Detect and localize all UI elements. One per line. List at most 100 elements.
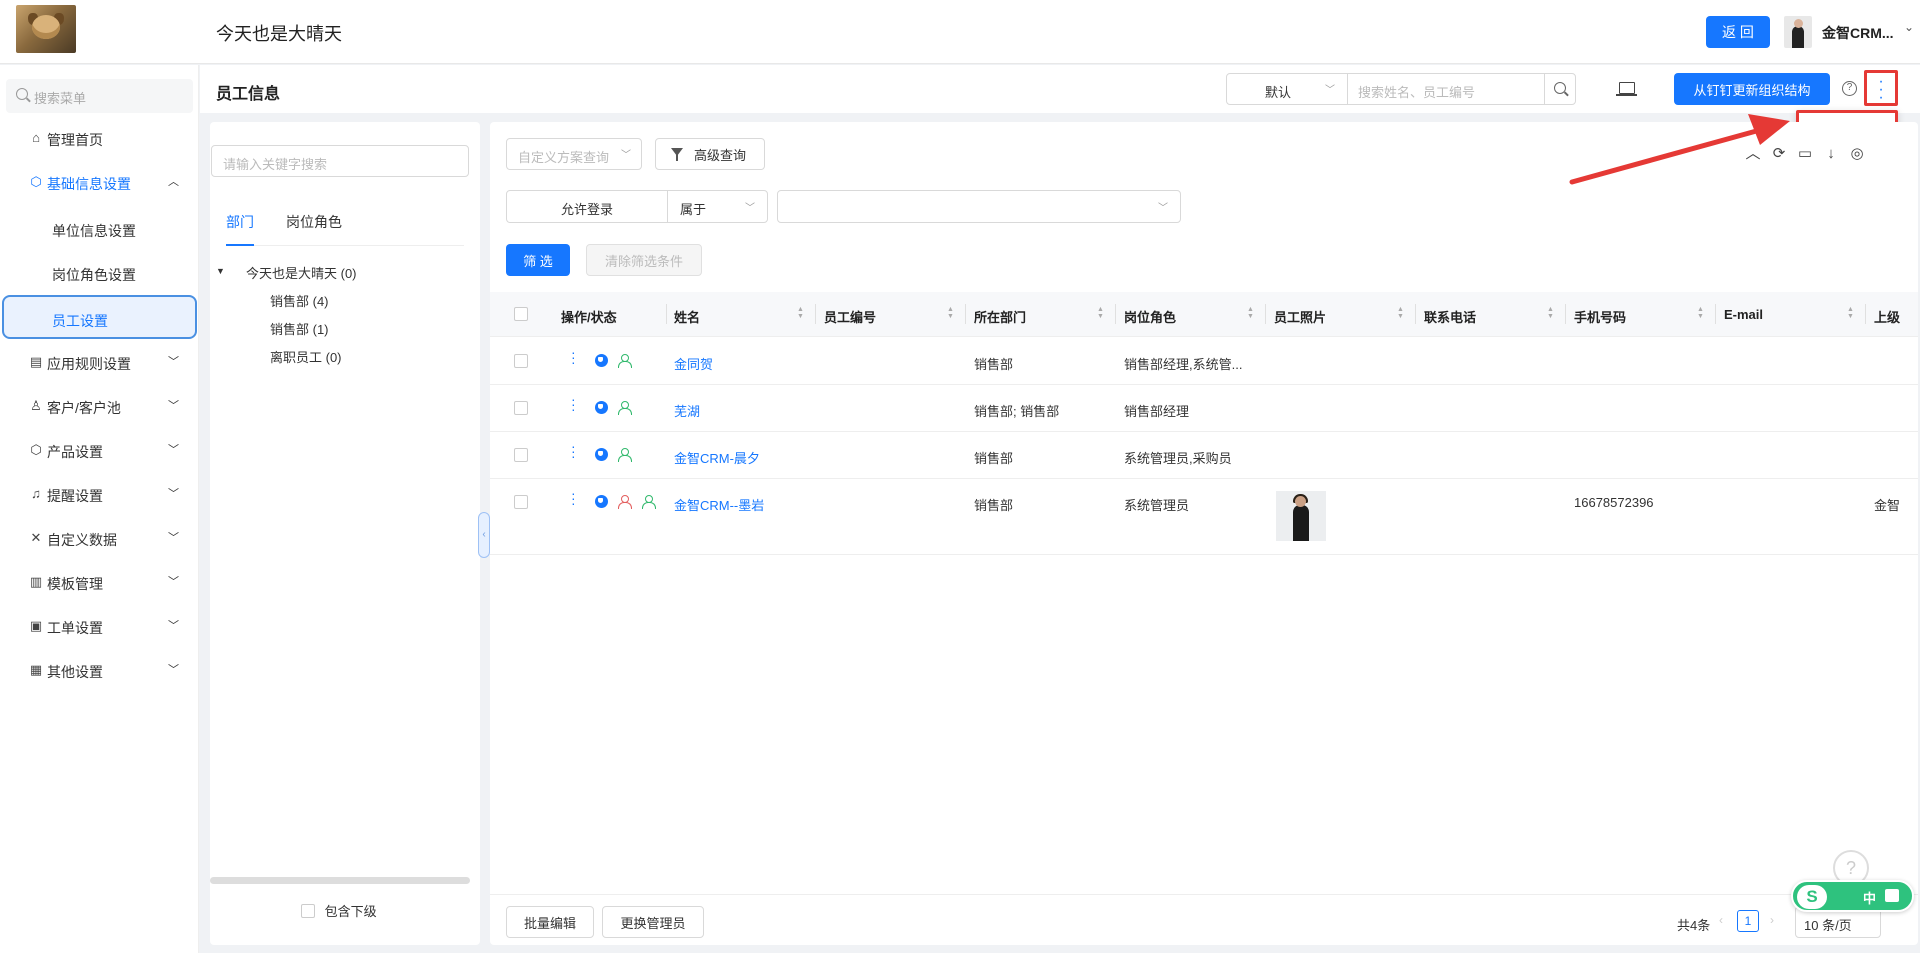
- tab-position-roles[interactable]: 岗位角色: [286, 212, 342, 246]
- caret-down-icon[interactable]: ▼: [216, 266, 225, 276]
- custom-plan-select[interactable]: 自定义方案查询 ﹀: [506, 138, 642, 170]
- avatar[interactable]: [1784, 16, 1812, 48]
- col-role[interactable]: 岗位角色: [1124, 307, 1176, 326]
- file-icon: ▤: [29, 354, 43, 369]
- custom-plan-placeholder: 自定义方案查询: [518, 150, 610, 165]
- checkbox[interactable]: [301, 904, 315, 918]
- sort-icon[interactable]: ▲ ▼: [797, 306, 804, 320]
- skin-icon[interactable]: [1885, 889, 1899, 902]
- menu-search-input[interactable]: 搜索菜单: [6, 79, 193, 113]
- refresh-icon[interactable]: ⟳: [1766, 144, 1792, 162]
- employee-name-link[interactable]: 芜湖: [674, 401, 700, 420]
- employee-name-link[interactable]: 金智CRM-晨夕: [674, 448, 760, 467]
- col-dept[interactable]: 所在部门: [974, 307, 1026, 326]
- condition-operator-select[interactable]: 属于 ﹀: [667, 190, 768, 223]
- sidebar-item-label: 单位信息设置: [52, 223, 136, 239]
- sidebar-item-custom-data[interactable]: ✕ 自定义数据 ﹀: [0, 518, 199, 558]
- sort-icon[interactable]: ▲ ▼: [1097, 306, 1104, 320]
- filter-button[interactable]: 筛 选: [506, 244, 570, 276]
- dog-logo-icon[interactable]: [16, 5, 76, 53]
- col-phone[interactable]: 联系电话: [1424, 307, 1476, 326]
- view-select[interactable]: 默认 ﹀: [1226, 73, 1348, 105]
- top-header: 今天也是大晴天 返 回 金智CRM... ⌄: [0, 0, 1920, 64]
- tree-node-sales-2[interactable]: 销售部 (1): [270, 319, 329, 338]
- next-page-icon[interactable]: ›: [1770, 913, 1774, 927]
- sidebar-item-app-rules[interactable]: ▤ 应用规则设置 ﹀: [0, 342, 199, 382]
- help-icon[interactable]: ?: [1842, 81, 1857, 96]
- sidebar-item-reminders[interactable]: ♫ 提醒设置 ﹀: [0, 474, 199, 514]
- employee-name-link[interactable]: 金同贺: [674, 354, 713, 373]
- tree-search-input[interactable]: 请输入关键字搜索: [211, 145, 469, 177]
- batch-edit-button[interactable]: 批量编辑: [506, 906, 594, 938]
- prev-page-icon[interactable]: ‹: [1719, 913, 1723, 927]
- page-number[interactable]: 1: [1737, 910, 1759, 932]
- tree-node-root[interactable]: 今天也是大晴天 (0): [246, 263, 357, 282]
- more-vertical-icon[interactable]: · · ·: [571, 486, 576, 510]
- more-vertical-icon[interactable]: · · ·: [571, 439, 576, 463]
- sidebar-item-other[interactable]: ▦ 其他设置 ﹀: [0, 650, 199, 690]
- include-sub-checkbox[interactable]: 包含下级: [301, 901, 377, 920]
- col-email[interactable]: E-mail: [1724, 307, 1763, 322]
- tree-node-sales-1[interactable]: 销售部 (4): [270, 291, 329, 310]
- table-row[interactable]: · · · 金智CRM-晨夕 销售部 系统管理员,采购员: [490, 432, 1918, 479]
- sort-icon[interactable]: ▲ ▼: [1397, 306, 1404, 320]
- sort-icon[interactable]: ▲ ▼: [1547, 306, 1554, 320]
- col-mobile[interactable]: 手机号码: [1574, 307, 1626, 326]
- sync-dingtalk-button[interactable]: 从钉钉更新组织结构: [1674, 73, 1830, 105]
- user-name[interactable]: 金智CRM...: [1822, 23, 1894, 43]
- sort-icon[interactable]: ▲ ▼: [947, 306, 954, 320]
- sidebar-item-basic-info[interactable]: ⬡ 基础信息设置 ︿: [0, 162, 199, 202]
- sidebar-item-position-roles[interactable]: 岗位角色设置: [0, 251, 199, 295]
- row-checkbox[interactable]: [514, 495, 528, 509]
- table-row[interactable]: · · · 芜湖 销售部; 销售部 销售部经理: [490, 385, 1918, 432]
- ime-mode[interactable]: 中: [1863, 888, 1876, 907]
- sidebar-item-home[interactable]: ⌂ 管理首页: [0, 118, 199, 158]
- tree-tabs: 部门 岗位角色: [226, 212, 464, 246]
- col-photo[interactable]: 员工照片: [1274, 307, 1326, 326]
- sort-icon[interactable]: ▲ ▼: [1697, 306, 1704, 320]
- sidebar-item-label: 应用规则设置: [47, 356, 131, 372]
- table-row[interactable]: · · · 金智CRM--墨岩 销售部 系统管理员 16678572396 金智: [490, 479, 1918, 555]
- change-admin-button[interactable]: 更换管理员: [602, 906, 704, 938]
- sort-icon[interactable]: ▲ ▼: [1847, 306, 1854, 320]
- col-name[interactable]: 姓名: [674, 307, 700, 326]
- row-checkbox[interactable]: [514, 401, 528, 415]
- more-vertical-icon[interactable]: · · ·: [571, 345, 576, 369]
- sidebar-item-unit-info[interactable]: 单位信息设置: [0, 207, 199, 251]
- laptop-icon[interactable]: [1616, 82, 1637, 96]
- condition-field[interactable]: 允许登录: [506, 190, 668, 223]
- back-button[interactable]: 返 回: [1706, 16, 1770, 48]
- sidebar-item-customers[interactable]: ♙ 客户/客户池 ﹀: [0, 386, 199, 426]
- employee-photo[interactable]: [1276, 491, 1326, 541]
- more-menu-button[interactable]: · · ·: [1864, 70, 1898, 106]
- sidebar-item-products[interactable]: ⬡ 产品设置 ﹀: [0, 430, 199, 470]
- employee-name-link[interactable]: 金智CRM--墨岩: [674, 495, 764, 514]
- table-row[interactable]: · · · 金同贺 销售部 销售部经理,系统管...: [490, 338, 1918, 385]
- chevron-down-icon[interactable]: ⌄: [1904, 20, 1914, 34]
- tree-node-resigned[interactable]: 离职员工 (0): [270, 347, 342, 366]
- condition-value-select[interactable]: ﹀: [777, 190, 1181, 223]
- sort-icon[interactable]: ▲ ▼: [1247, 306, 1254, 320]
- collapse-icon[interactable]: ︿: [1740, 142, 1766, 163]
- col-emp-no[interactable]: 员工编号: [824, 307, 876, 326]
- advanced-query-button[interactable]: 高级查询: [655, 138, 765, 170]
- clear-filters-button[interactable]: 清除筛选条件: [586, 244, 702, 276]
- settings-icon[interactable]: ◎: [1844, 144, 1870, 162]
- more-vertical-icon[interactable]: · · ·: [571, 392, 576, 416]
- search-button[interactable]: [1544, 73, 1576, 105]
- horizontal-scrollbar[interactable]: [210, 877, 470, 884]
- col-superior[interactable]: 上级: [1874, 307, 1900, 326]
- row-checkbox[interactable]: [514, 448, 528, 462]
- shield-icon: [595, 354, 608, 367]
- download-icon[interactable]: ↓: [1818, 145, 1844, 162]
- select-all-checkbox[interactable]: [514, 307, 528, 321]
- sidebar-item-work-orders[interactable]: ▣ 工单设置 ﹀: [0, 606, 199, 646]
- employee-search-input[interactable]: 搜索姓名、员工编号: [1347, 73, 1545, 105]
- collapse-panel-handle[interactable]: ‹: [478, 512, 490, 558]
- row-checkbox[interactable]: [514, 354, 528, 368]
- tab-departments[interactable]: 部门: [226, 212, 254, 246]
- sidebar-item-employee-settings[interactable]: 员工设置: [2, 295, 197, 339]
- sidebar-item-templates[interactable]: ▥ 模板管理 ﹀: [0, 562, 199, 602]
- print-icon[interactable]: ▭: [1792, 144, 1818, 162]
- ime-toolbar[interactable]: S 中: [1791, 880, 1914, 912]
